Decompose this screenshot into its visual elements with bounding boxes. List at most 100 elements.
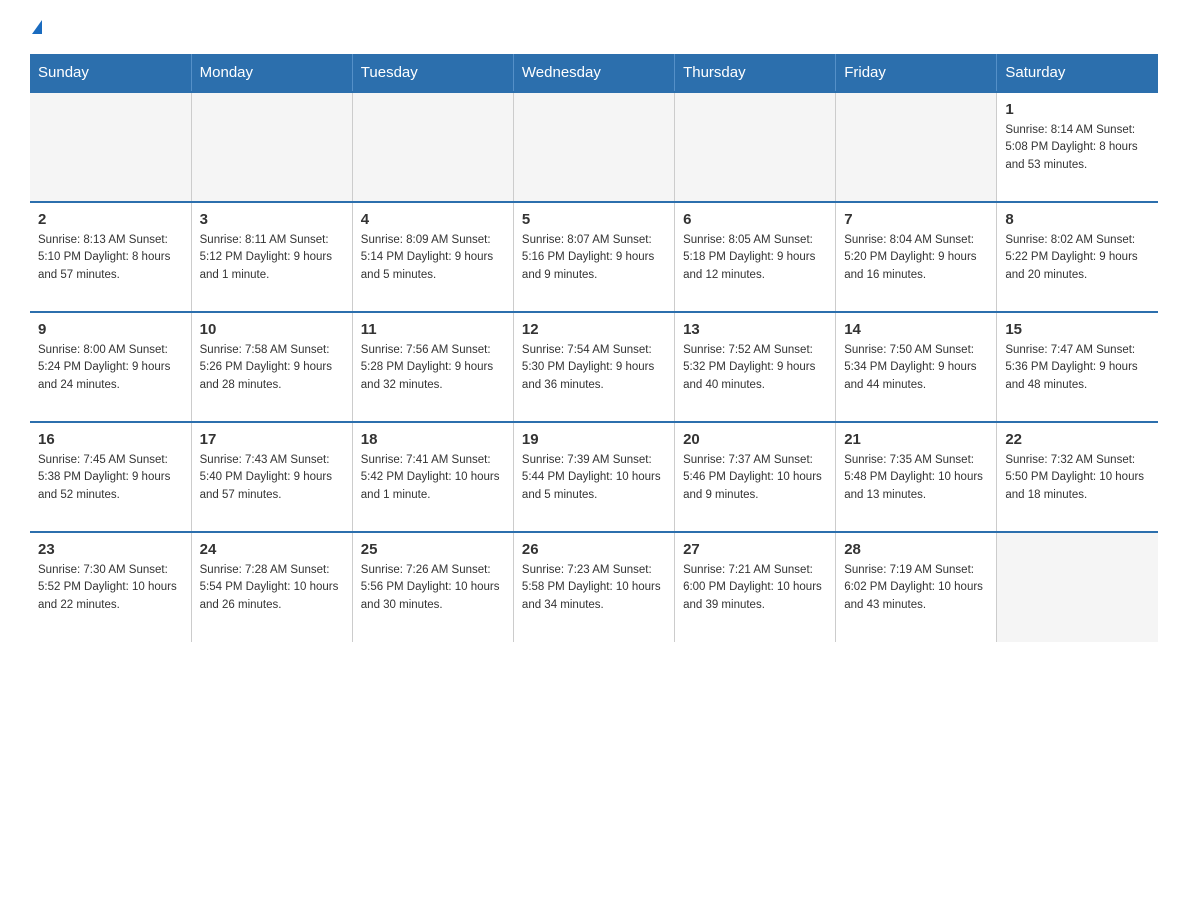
calendar-header: SundayMondayTuesdayWednesdayThursdayFrid… (30, 54, 1158, 92)
calendar-cell: 28 Sunrise: 7:19 AM Sunset: 6:02 PM Dayli… (836, 532, 997, 642)
day-number: 3 (200, 211, 344, 228)
day-number: 5 (522, 211, 666, 228)
day-number: 1 (1005, 101, 1150, 118)
calendar-cell (352, 92, 513, 202)
weekday-header-monday: Monday (191, 54, 352, 92)
day-info: Sunrise: 7:54 AM Sunset: 5:30 PM Dayligh… (522, 342, 666, 394)
day-number: 28 (844, 541, 988, 558)
day-number: 12 (522, 321, 666, 338)
day-number: 9 (38, 321, 183, 338)
calendar-cell (675, 92, 836, 202)
calendar-cell: 10 Sunrise: 7:58 AM Sunset: 5:26 PM Dayli… (191, 312, 352, 422)
day-info: Sunrise: 7:19 AM Sunset: 6:02 PM Dayligh… (844, 562, 988, 614)
calendar-cell (513, 92, 674, 202)
weekday-header-friday: Friday (836, 54, 997, 92)
day-info: Sunrise: 7:35 AM Sunset: 5:48 PM Dayligh… (844, 452, 988, 504)
day-number: 11 (361, 321, 505, 338)
day-info: Sunrise: 8:11 AM Sunset: 5:12 PM Dayligh… (200, 232, 344, 284)
day-info: Sunrise: 7:21 AM Sunset: 6:00 PM Dayligh… (683, 562, 827, 614)
day-number: 6 (683, 211, 827, 228)
day-number: 18 (361, 431, 505, 448)
calendar-week-4: 16Sunrise: 7:45 AM Sunset: 5:38 PM Dayli… (30, 422, 1158, 532)
day-info: Sunrise: 8:07 AM Sunset: 5:16 PM Dayligh… (522, 232, 666, 284)
day-info: Sunrise: 7:52 AM Sunset: 5:32 PM Dayligh… (683, 342, 827, 394)
calendar-cell: 8Sunrise: 8:02 AM Sunset: 5:22 PM Daylig… (997, 202, 1158, 312)
calendar-cell: 27 Sunrise: 7:21 AM Sunset: 6:00 PM Dayli… (675, 532, 836, 642)
day-number: 13 (683, 321, 827, 338)
day-number: 21 (844, 431, 988, 448)
day-number: 14 (844, 321, 988, 338)
calendar-cell: 24Sunrise: 7:28 AM Sunset: 5:54 PM Dayli… (191, 532, 352, 642)
day-number: 19 (522, 431, 666, 448)
calendar-cell: 7Sunrise: 8:04 AM Sunset: 5:20 PM Daylig… (836, 202, 997, 312)
day-number: 15 (1005, 321, 1150, 338)
day-info: Sunrise: 7:45 AM Sunset: 5:38 PM Dayligh… (38, 452, 183, 504)
day-info: Sunrise: 7:58 AM Sunset: 5:26 PM Dayligh… (200, 342, 344, 394)
calendar-cell: 6 Sunrise: 8:05 AM Sunset: 5:18 PM Daylig… (675, 202, 836, 312)
day-info: Sunrise: 8:14 AM Sunset: 5:08 PM Dayligh… (1005, 122, 1150, 174)
calendar-cell: 9 Sunrise: 8:00 AM Sunset: 5:24 PM Daylig… (30, 312, 191, 422)
day-number: 20 (683, 431, 827, 448)
day-info: Sunrise: 7:50 AM Sunset: 5:34 PM Dayligh… (844, 342, 988, 394)
calendar-cell: 2 Sunrise: 8:13 AM Sunset: 5:10 PM Daylig… (30, 202, 191, 312)
calendar-cell (191, 92, 352, 202)
calendar-cell: 12 Sunrise: 7:54 AM Sunset: 5:30 PM Dayli… (513, 312, 674, 422)
day-number: 17 (200, 431, 344, 448)
calendar-cell: 4 Sunrise: 8:09 AM Sunset: 5:14 PM Daylig… (352, 202, 513, 312)
day-number: 10 (200, 321, 344, 338)
day-info: Sunrise: 7:43 AM Sunset: 5:40 PM Dayligh… (200, 452, 344, 504)
calendar-cell: 25Sunrise: 7:26 AM Sunset: 5:56 PM Dayli… (352, 532, 513, 642)
day-info: Sunrise: 7:56 AM Sunset: 5:28 PM Dayligh… (361, 342, 505, 394)
day-number: 24 (200, 541, 344, 558)
day-info: Sunrise: 8:02 AM Sunset: 5:22 PM Dayligh… (1005, 232, 1150, 284)
calendar-cell: 5 Sunrise: 8:07 AM Sunset: 5:16 PM Daylig… (513, 202, 674, 312)
day-info: Sunrise: 7:41 AM Sunset: 5:42 PM Dayligh… (361, 452, 505, 504)
day-number: 2 (38, 211, 183, 228)
calendar-cell: 14 Sunrise: 7:50 AM Sunset: 5:34 PM Dayli… (836, 312, 997, 422)
calendar-cell: 21 Sunrise: 7:35 AM Sunset: 5:48 PM Dayli… (836, 422, 997, 532)
calendar-cell (997, 532, 1158, 642)
day-info: Sunrise: 7:23 AM Sunset: 5:58 PM Dayligh… (522, 562, 666, 614)
calendar-week-3: 9 Sunrise: 8:00 AM Sunset: 5:24 PM Daylig… (30, 312, 1158, 422)
day-info: Sunrise: 7:47 AM Sunset: 5:36 PM Dayligh… (1005, 342, 1150, 394)
calendar-cell: 16Sunrise: 7:45 AM Sunset: 5:38 PM Dayli… (30, 422, 191, 532)
calendar-cell (30, 92, 191, 202)
day-number: 26 (522, 541, 666, 558)
day-number: 4 (361, 211, 505, 228)
calendar-week-5: 23 Sunrise: 7:30 AM Sunset: 5:52 PM Dayli… (30, 532, 1158, 642)
calendar-cell: 1 Sunrise: 8:14 AM Sunset: 5:08 PM Daylig… (997, 92, 1158, 202)
calendar-cell: 20Sunrise: 7:37 AM Sunset: 5:46 PM Dayli… (675, 422, 836, 532)
calendar-cell: 13 Sunrise: 7:52 AM Sunset: 5:32 PM Dayli… (675, 312, 836, 422)
calendar-cell: 18 Sunrise: 7:41 AM Sunset: 5:42 PM Dayli… (352, 422, 513, 532)
day-info: Sunrise: 8:13 AM Sunset: 5:10 PM Dayligh… (38, 232, 183, 284)
day-number: 7 (844, 211, 988, 228)
calendar-cell: 22Sunrise: 7:32 AM Sunset: 5:50 PM Dayli… (997, 422, 1158, 532)
calendar-body: 1 Sunrise: 8:14 AM Sunset: 5:08 PM Daylig… (30, 92, 1158, 642)
day-info: Sunrise: 7:39 AM Sunset: 5:44 PM Dayligh… (522, 452, 666, 504)
day-info: Sunrise: 7:32 AM Sunset: 5:50 PM Dayligh… (1005, 452, 1150, 504)
weekday-header-sunday: Sunday (30, 54, 191, 92)
weekday-header-tuesday: Tuesday (352, 54, 513, 92)
calendar-cell: 17 Sunrise: 7:43 AM Sunset: 5:40 PM Dayli… (191, 422, 352, 532)
calendar-cell: 26 Sunrise: 7:23 AM Sunset: 5:58 PM Dayli… (513, 532, 674, 642)
weekday-header-wednesday: Wednesday (513, 54, 674, 92)
calendar-cell: 11 Sunrise: 7:56 AM Sunset: 5:28 PM Dayli… (352, 312, 513, 422)
weekday-header-row: SundayMondayTuesdayWednesdayThursdayFrid… (30, 54, 1158, 92)
day-info: Sunrise: 7:30 AM Sunset: 5:52 PM Dayligh… (38, 562, 183, 614)
calendar-table: SundayMondayTuesdayWednesdayThursdayFrid… (30, 54, 1158, 642)
logo (30, 20, 42, 34)
calendar-cell: 23 Sunrise: 7:30 AM Sunset: 5:52 PM Dayli… (30, 532, 191, 642)
day-info: Sunrise: 8:09 AM Sunset: 5:14 PM Dayligh… (361, 232, 505, 284)
day-number: 25 (361, 541, 505, 558)
calendar-cell: 15 Sunrise: 7:47 AM Sunset: 5:36 PM Dayli… (997, 312, 1158, 422)
day-number: 27 (683, 541, 827, 558)
calendar-cell (836, 92, 997, 202)
day-info: Sunrise: 8:00 AM Sunset: 5:24 PM Dayligh… (38, 342, 183, 394)
day-info: Sunrise: 8:05 AM Sunset: 5:18 PM Dayligh… (683, 232, 827, 284)
weekday-header-saturday: Saturday (997, 54, 1158, 92)
page-header (30, 20, 1158, 34)
logo-triangle-icon (32, 20, 42, 34)
calendar-cell: 19 Sunrise: 7:39 AM Sunset: 5:44 PM Dayli… (513, 422, 674, 532)
calendar-week-2: 2 Sunrise: 8:13 AM Sunset: 5:10 PM Daylig… (30, 202, 1158, 312)
day-number: 23 (38, 541, 183, 558)
